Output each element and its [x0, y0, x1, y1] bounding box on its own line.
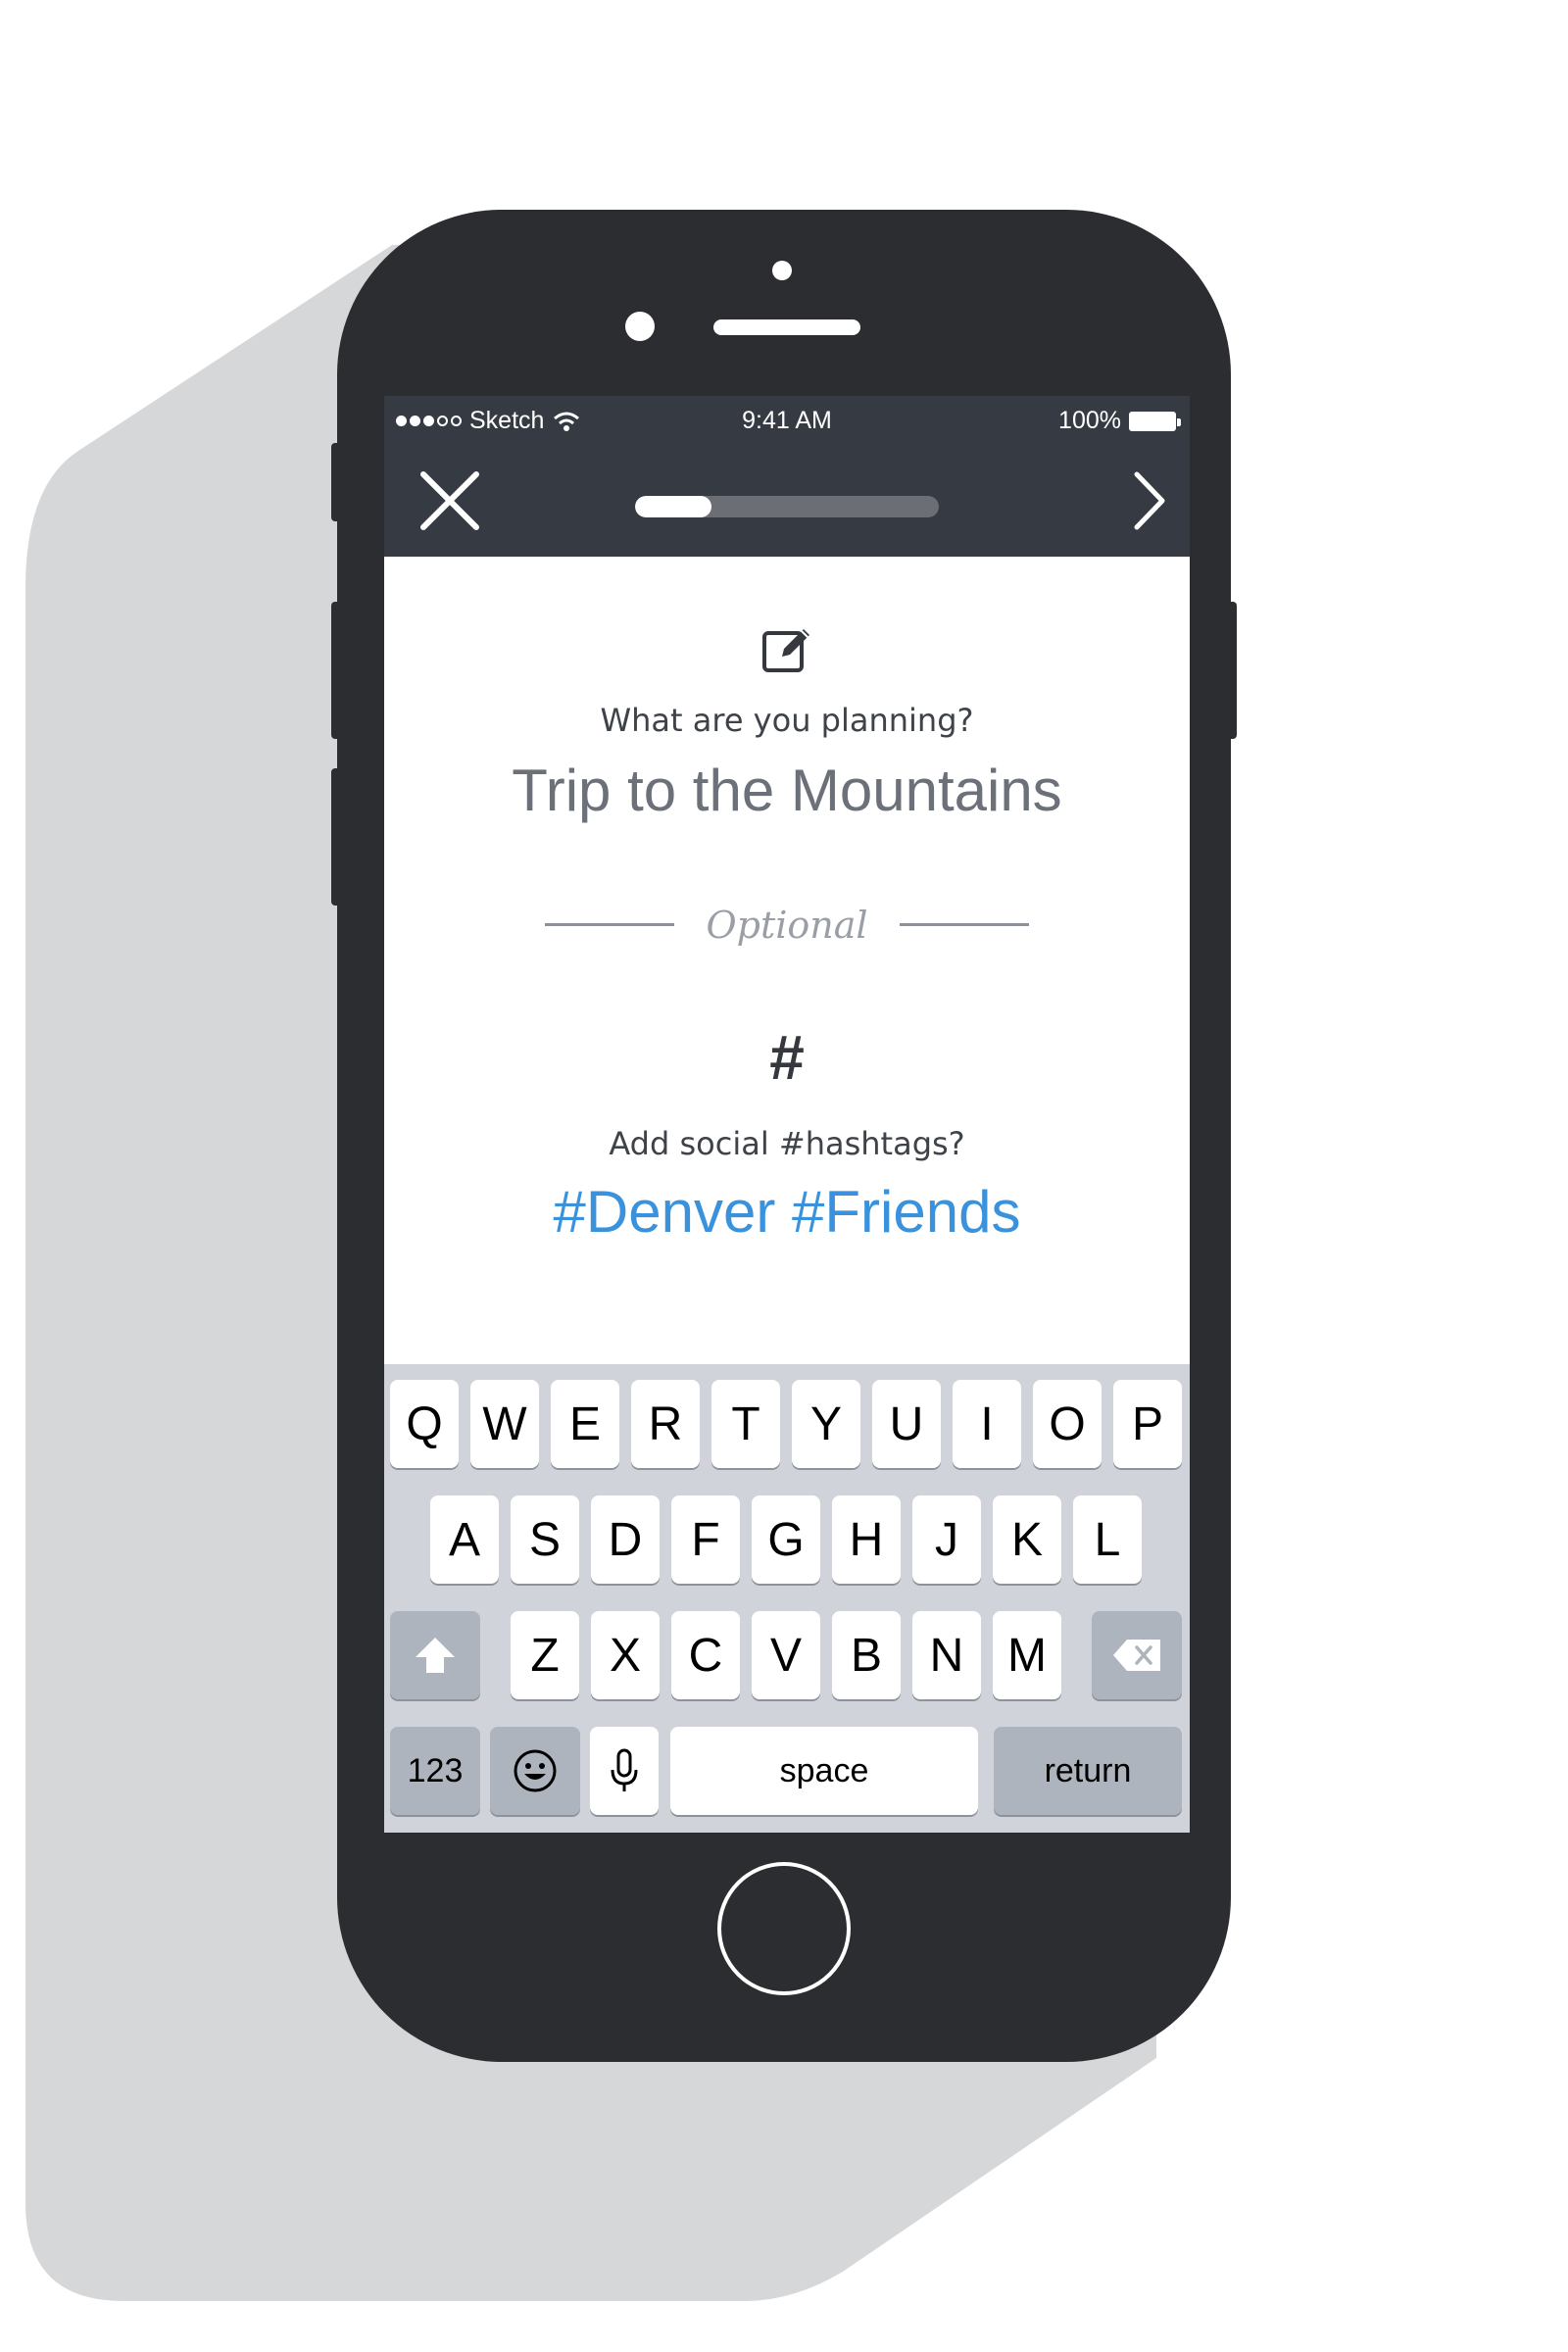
navigation-bar	[384, 447, 1190, 557]
home-button[interactable]	[717, 1862, 851, 1995]
key-g[interactable]: G	[752, 1495, 820, 1584]
backspace-icon	[1113, 1640, 1160, 1671]
key-m[interactable]: M	[993, 1611, 1061, 1699]
key-a[interactable]: A	[430, 1495, 499, 1584]
close-icon[interactable]	[417, 468, 482, 533]
proximity-sensor	[772, 261, 792, 280]
key-i[interactable]: I	[953, 1380, 1021, 1468]
hashtag-icon: #	[769, 1022, 805, 1093]
key-s[interactable]: S	[511, 1495, 579, 1584]
shift-icon	[416, 1638, 455, 1673]
key-h[interactable]: H	[832, 1495, 901, 1584]
hashtags-question: Add social #hashtags?	[609, 1125, 965, 1162]
key-q[interactable]: Q	[390, 1380, 459, 1468]
edit-icon	[762, 629, 809, 672]
key-x[interactable]: X	[591, 1611, 660, 1699]
return-key[interactable]: return	[994, 1727, 1182, 1815]
progress-bar	[635, 496, 939, 517]
emoji-key[interactable]	[490, 1727, 580, 1815]
key-l[interactable]: L	[1073, 1495, 1142, 1584]
divider-right	[900, 923, 1029, 926]
key-v[interactable]: V	[752, 1611, 820, 1699]
key-u[interactable]: U	[872, 1380, 941, 1468]
key-z[interactable]: Z	[511, 1611, 579, 1699]
delete-key[interactable]	[1092, 1611, 1182, 1699]
key-p[interactable]: P	[1113, 1380, 1182, 1468]
front-camera	[625, 312, 655, 341]
space-key[interactable]: space	[670, 1727, 978, 1815]
key-w[interactable]: W	[470, 1380, 539, 1468]
earpiece-speaker	[713, 319, 860, 335]
battery-percent: 100%	[1058, 407, 1121, 434]
key-o[interactable]: O	[1033, 1380, 1102, 1468]
form-content: What are you planning? Trip to the Mount…	[384, 557, 1190, 1352]
hashtags-input[interactable]: #Denver #Friends	[384, 1178, 1190, 1246]
keyboard: Q W E R T Y U I O P A S D F G H J K L Z …	[384, 1364, 1190, 1833]
key-f[interactable]: F	[671, 1495, 740, 1584]
phone-screen: Sketch 9:41 AM 100% What are you plannin…	[384, 396, 1190, 1833]
key-t[interactable]: T	[711, 1380, 780, 1468]
progress-fill	[635, 496, 711, 517]
planning-input[interactable]: Trip to the Mountains	[384, 757, 1190, 824]
emoji-icon	[514, 1749, 557, 1792]
key-d[interactable]: D	[591, 1495, 660, 1584]
key-j[interactable]: J	[912, 1495, 981, 1584]
key-c[interactable]: C	[671, 1611, 740, 1699]
planning-question: What are you planning?	[600, 702, 974, 739]
status-bar: Sketch 9:41 AM 100%	[384, 396, 1190, 447]
key-e[interactable]: E	[551, 1380, 619, 1468]
key-n[interactable]: N	[912, 1611, 981, 1699]
key-r[interactable]: R	[631, 1380, 700, 1468]
key-k[interactable]: K	[993, 1495, 1061, 1584]
chevron-right-icon[interactable]	[1117, 468, 1182, 533]
battery-icon	[1129, 411, 1181, 431]
microphone-icon	[611, 1748, 638, 1791]
shift-key[interactable]	[390, 1611, 480, 1699]
key-b[interactable]: B	[832, 1611, 901, 1699]
numbers-key[interactable]: 123	[390, 1727, 480, 1815]
dictation-key[interactable]	[590, 1727, 659, 1815]
optional-label: Optional	[706, 904, 868, 947]
key-y[interactable]: Y	[792, 1380, 860, 1468]
